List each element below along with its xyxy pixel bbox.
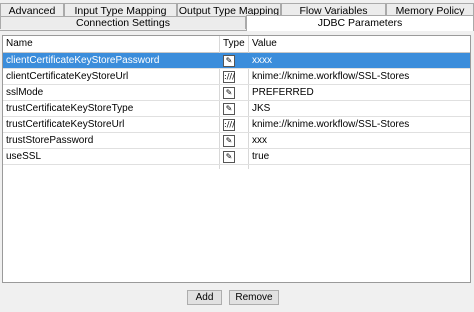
table-row[interactable]: useSSL ✎ true	[3, 149, 470, 165]
literal-icon: ✎	[223, 103, 235, 115]
remove-button[interactable]: Remove	[229, 290, 279, 305]
table-row[interactable]: trustCertificateKeyStoreType ✎ JKS	[3, 101, 470, 117]
row-value[interactable]: xxx	[249, 133, 470, 149]
row-type[interactable]: ✎	[220, 133, 249, 149]
tab-connection-settings[interactable]: Connection Settings	[0, 16, 246, 29]
row-value[interactable]: true	[249, 149, 470, 165]
table-row[interactable]: trustCertificateKeyStoreUrl:/// knime://k…	[3, 117, 470, 133]
row-type[interactable]: ✎	[220, 101, 249, 117]
column-header-value[interactable]: Value	[249, 36, 470, 52]
row-type[interactable]: ✎	[220, 53, 249, 69]
table-row[interactable]: sslMode ✎ PREFERRED	[3, 85, 470, 101]
table-row[interactable]: trustStorePassword ✎ xxx	[3, 133, 470, 149]
tab-input-type-mapping[interactable]: Input Type Mapping	[64, 3, 177, 16]
password-icon: ✎	[223, 135, 235, 147]
literal-icon: ✎	[223, 151, 235, 163]
table-row[interactable]: clientCertificateKeyStoreUrl:/// knime://…	[3, 69, 470, 85]
parameters-table[interactable]: Name Type Value clientCertificateKeyStor…	[2, 35, 471, 283]
row-name[interactable]: clientCertificateKeyStoreUrl	[3, 69, 220, 85]
table-row[interactable]: clientCertificateKeyStorePassword ✎ xxxx	[3, 53, 470, 69]
tab-advanced[interactable]: Advanced	[0, 3, 64, 16]
row-name[interactable]: useSSL	[3, 149, 220, 165]
path-icon: :///	[223, 119, 235, 131]
table-header: Name Type Value	[3, 36, 470, 53]
row-name[interactable]: trustCertificateKeyStoreUrl	[3, 117, 220, 133]
row-type[interactable]: ✎	[220, 149, 249, 165]
literal-icon: ✎	[223, 87, 235, 99]
add-button[interactable]: Add	[187, 290, 222, 305]
tab-bar: Advanced Input Type Mapping Output Type …	[0, 0, 474, 31]
column-header-name[interactable]: Name	[3, 36, 220, 52]
path-icon: :///	[223, 71, 235, 83]
row-value[interactable]: knime://knime.workflow/SSL-Stores	[249, 117, 470, 133]
row-value[interactable]: xxxx	[249, 53, 470, 69]
tab-jdbc-parameters[interactable]: JDBC Parameters	[246, 15, 474, 31]
row-name[interactable]: trustCertificateKeyStoreType	[3, 101, 220, 117]
row-value[interactable]: JKS	[249, 101, 470, 117]
row-name[interactable]: trustStorePassword	[3, 133, 220, 149]
row-name[interactable]: clientCertificateKeyStorePassword	[3, 53, 220, 69]
row-type[interactable]: ✎	[220, 85, 249, 101]
row-name[interactable]: sslMode	[3, 85, 220, 101]
row-value[interactable]: knime://knime.workflow/SSL-Stores	[249, 69, 470, 85]
row-value[interactable]: PREFERRED	[249, 85, 470, 101]
password-icon: ✎	[223, 55, 235, 67]
row-type[interactable]: :///	[220, 117, 249, 133]
column-header-type[interactable]: Type	[220, 36, 249, 52]
row-type[interactable]: :///	[220, 69, 249, 85]
